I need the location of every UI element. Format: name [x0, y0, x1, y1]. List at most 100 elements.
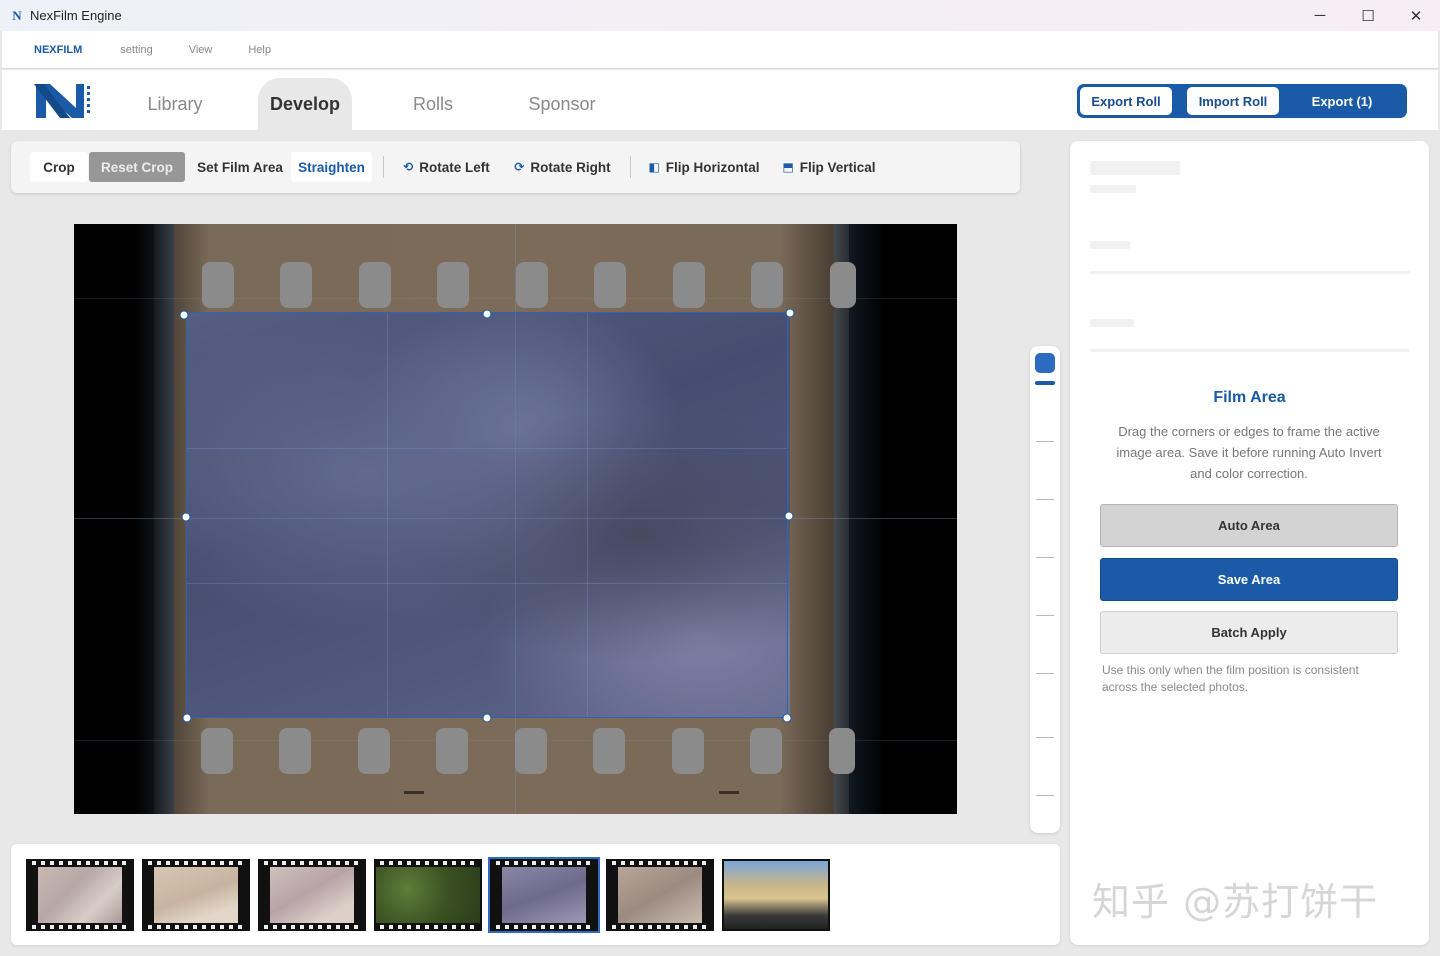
panel-description: Drag the corners or edges to frame the a…	[1116, 424, 1382, 481]
develop-toolbar: Crop Reset Crop Set Film Area Straighten…	[11, 141, 1020, 193]
zoom-tick	[1036, 441, 1054, 442]
sprocket-hole	[673, 262, 705, 308]
guide-line	[74, 298, 957, 299]
zoom-tick	[1036, 737, 1054, 738]
crop-grid-line	[187, 583, 787, 584]
film-edge-left	[134, 224, 174, 814]
rotate-left-button[interactable]: ⟲ Rotate Left	[399, 152, 494, 182]
sprocket-hole	[436, 728, 468, 774]
nexfilm-logo	[34, 80, 94, 122]
faded-text	[1090, 319, 1134, 327]
filmstrip-thumbnail[interactable]	[142, 859, 250, 931]
guide-line	[74, 740, 957, 741]
image-canvas[interactable]	[74, 224, 957, 814]
flip-horizontal-icon: ◧	[648, 160, 660, 174]
window-controls: ─ ☐ ✕	[1296, 0, 1440, 31]
auto-area-button[interactable]: Auto Area	[1100, 504, 1398, 547]
menu-view[interactable]: View	[171, 44, 231, 56]
film-edge-mark	[719, 791, 739, 794]
tab-develop[interactable]: Develop	[258, 78, 352, 130]
crop-handle-bottom-right[interactable]	[782, 713, 792, 723]
filmstrip-thumbnail[interactable]	[26, 859, 134, 931]
sprocket-hole	[515, 728, 547, 774]
zoom-tick	[1036, 499, 1054, 500]
minimize-button[interactable]: ─	[1296, 0, 1344, 31]
toolbar-divider	[383, 156, 384, 178]
filmstrip-thumbnail[interactable]	[374, 859, 482, 931]
menu-setting[interactable]: setting	[102, 44, 170, 56]
film-area-crop-box[interactable]	[186, 312, 788, 718]
zoom-tick	[1036, 615, 1054, 616]
title-bar: N NexFilm Engine ─ ☐ ✕	[0, 0, 1440, 31]
panel-title: Film Area	[1213, 389, 1286, 406]
tab-sponsor[interactable]: Sponsor	[514, 78, 610, 130]
tab-rolls[interactable]: Rolls	[394, 78, 472, 130]
tab-library[interactable]: Library	[130, 78, 220, 130]
sprocket-hole	[829, 728, 855, 774]
flip-horizontal-label: Flip Horizontal	[665, 159, 760, 175]
faded-heading	[1090, 161, 1180, 175]
sprocket-hole	[830, 262, 856, 308]
menu-help[interactable]: Help	[230, 44, 289, 56]
crop-handle-right[interactable]	[784, 511, 794, 521]
flip-horizontal-button[interactable]: ◧ Flip Horizontal	[647, 152, 761, 182]
crop-handle-top[interactable]	[482, 309, 492, 319]
faded-text	[1090, 185, 1136, 193]
app-icon: N	[12, 7, 22, 23]
filmstrip	[11, 844, 1060, 945]
flip-vertical-button[interactable]: ⬒ Flip Vertical	[781, 152, 877, 182]
filmstrip-thumbnail[interactable]	[606, 859, 714, 931]
maximize-button[interactable]: ☐	[1344, 0, 1392, 31]
crop-button[interactable]: Crop	[30, 152, 88, 182]
film-edge-mark	[404, 791, 424, 794]
flip-vertical-icon: ⬒	[782, 160, 794, 174]
rotate-left-icon: ⟲	[403, 160, 414, 174]
sprocket-hole	[516, 262, 548, 308]
film-edge-right	[834, 224, 884, 814]
rotate-right-icon: ⟳	[514, 160, 525, 174]
faded-text	[1090, 241, 1130, 249]
crop-handle-left[interactable]	[181, 512, 191, 522]
reset-crop-button[interactable]: Reset Crop	[89, 152, 185, 182]
sprocket-hole	[280, 262, 312, 308]
sprocket-hole	[202, 262, 234, 308]
crop-handle-bottom[interactable]	[482, 713, 492, 723]
filmstrip-thumbnail[interactable]	[258, 859, 366, 931]
straighten-button[interactable]: Straighten	[291, 152, 372, 182]
crop-handle-top-right[interactable]	[785, 308, 795, 318]
zoom-slider-fill	[1035, 381, 1055, 385]
rotate-left-label: Rotate Left	[419, 159, 490, 175]
faded-slider	[1090, 349, 1410, 352]
flip-vertical-label: Flip Vertical	[799, 159, 876, 175]
filmstrip-thumbnail-selected[interactable]	[488, 857, 600, 933]
close-button[interactable]: ✕	[1392, 0, 1440, 31]
faded-slider	[1090, 271, 1410, 274]
set-film-area-button[interactable]: Set Film Area	[193, 152, 287, 182]
crop-handle-bottom-left[interactable]	[182, 713, 192, 723]
sprocket-hole	[437, 262, 469, 308]
export-roll-button[interactable]: Export Roll	[1080, 87, 1172, 115]
film-area-panel: Film Area Drag the corners or edges to f…	[1070, 141, 1429, 945]
import-roll-button[interactable]: Import Roll	[1187, 87, 1279, 115]
batch-apply-button[interactable]: Batch Apply	[1100, 611, 1398, 654]
filmstrip-thumbnail[interactable]	[722, 859, 830, 931]
rotate-right-button[interactable]: ⟳ Rotate Right	[511, 152, 614, 182]
save-area-button[interactable]: Save Area	[1100, 558, 1398, 601]
menu-brand[interactable]: NEXFILM	[2, 44, 102, 56]
menu-bar: NEXFILM setting View Help	[2, 31, 1438, 69]
zoom-tick	[1036, 673, 1054, 674]
sprocket-hole	[201, 728, 233, 774]
export-button[interactable]: Export (1)	[1287, 87, 1397, 115]
toolbar-divider	[630, 156, 631, 178]
crop-grid-line	[187, 448, 787, 449]
crop-grid-line	[387, 313, 388, 717]
app-header: Library Develop Rolls Sponsor Export Rol…	[2, 70, 1438, 130]
sprocket-hole	[358, 728, 390, 774]
sprocket-hole	[279, 728, 311, 774]
sprocket-hole	[672, 728, 704, 774]
zoom-slider-thumb[interactable]	[1035, 353, 1055, 373]
window-title: NexFilm Engine	[30, 8, 122, 23]
sprocket-hole	[593, 728, 625, 774]
zoom-slider[interactable]	[1030, 346, 1060, 833]
crop-handle-top-left[interactable]	[179, 310, 189, 320]
